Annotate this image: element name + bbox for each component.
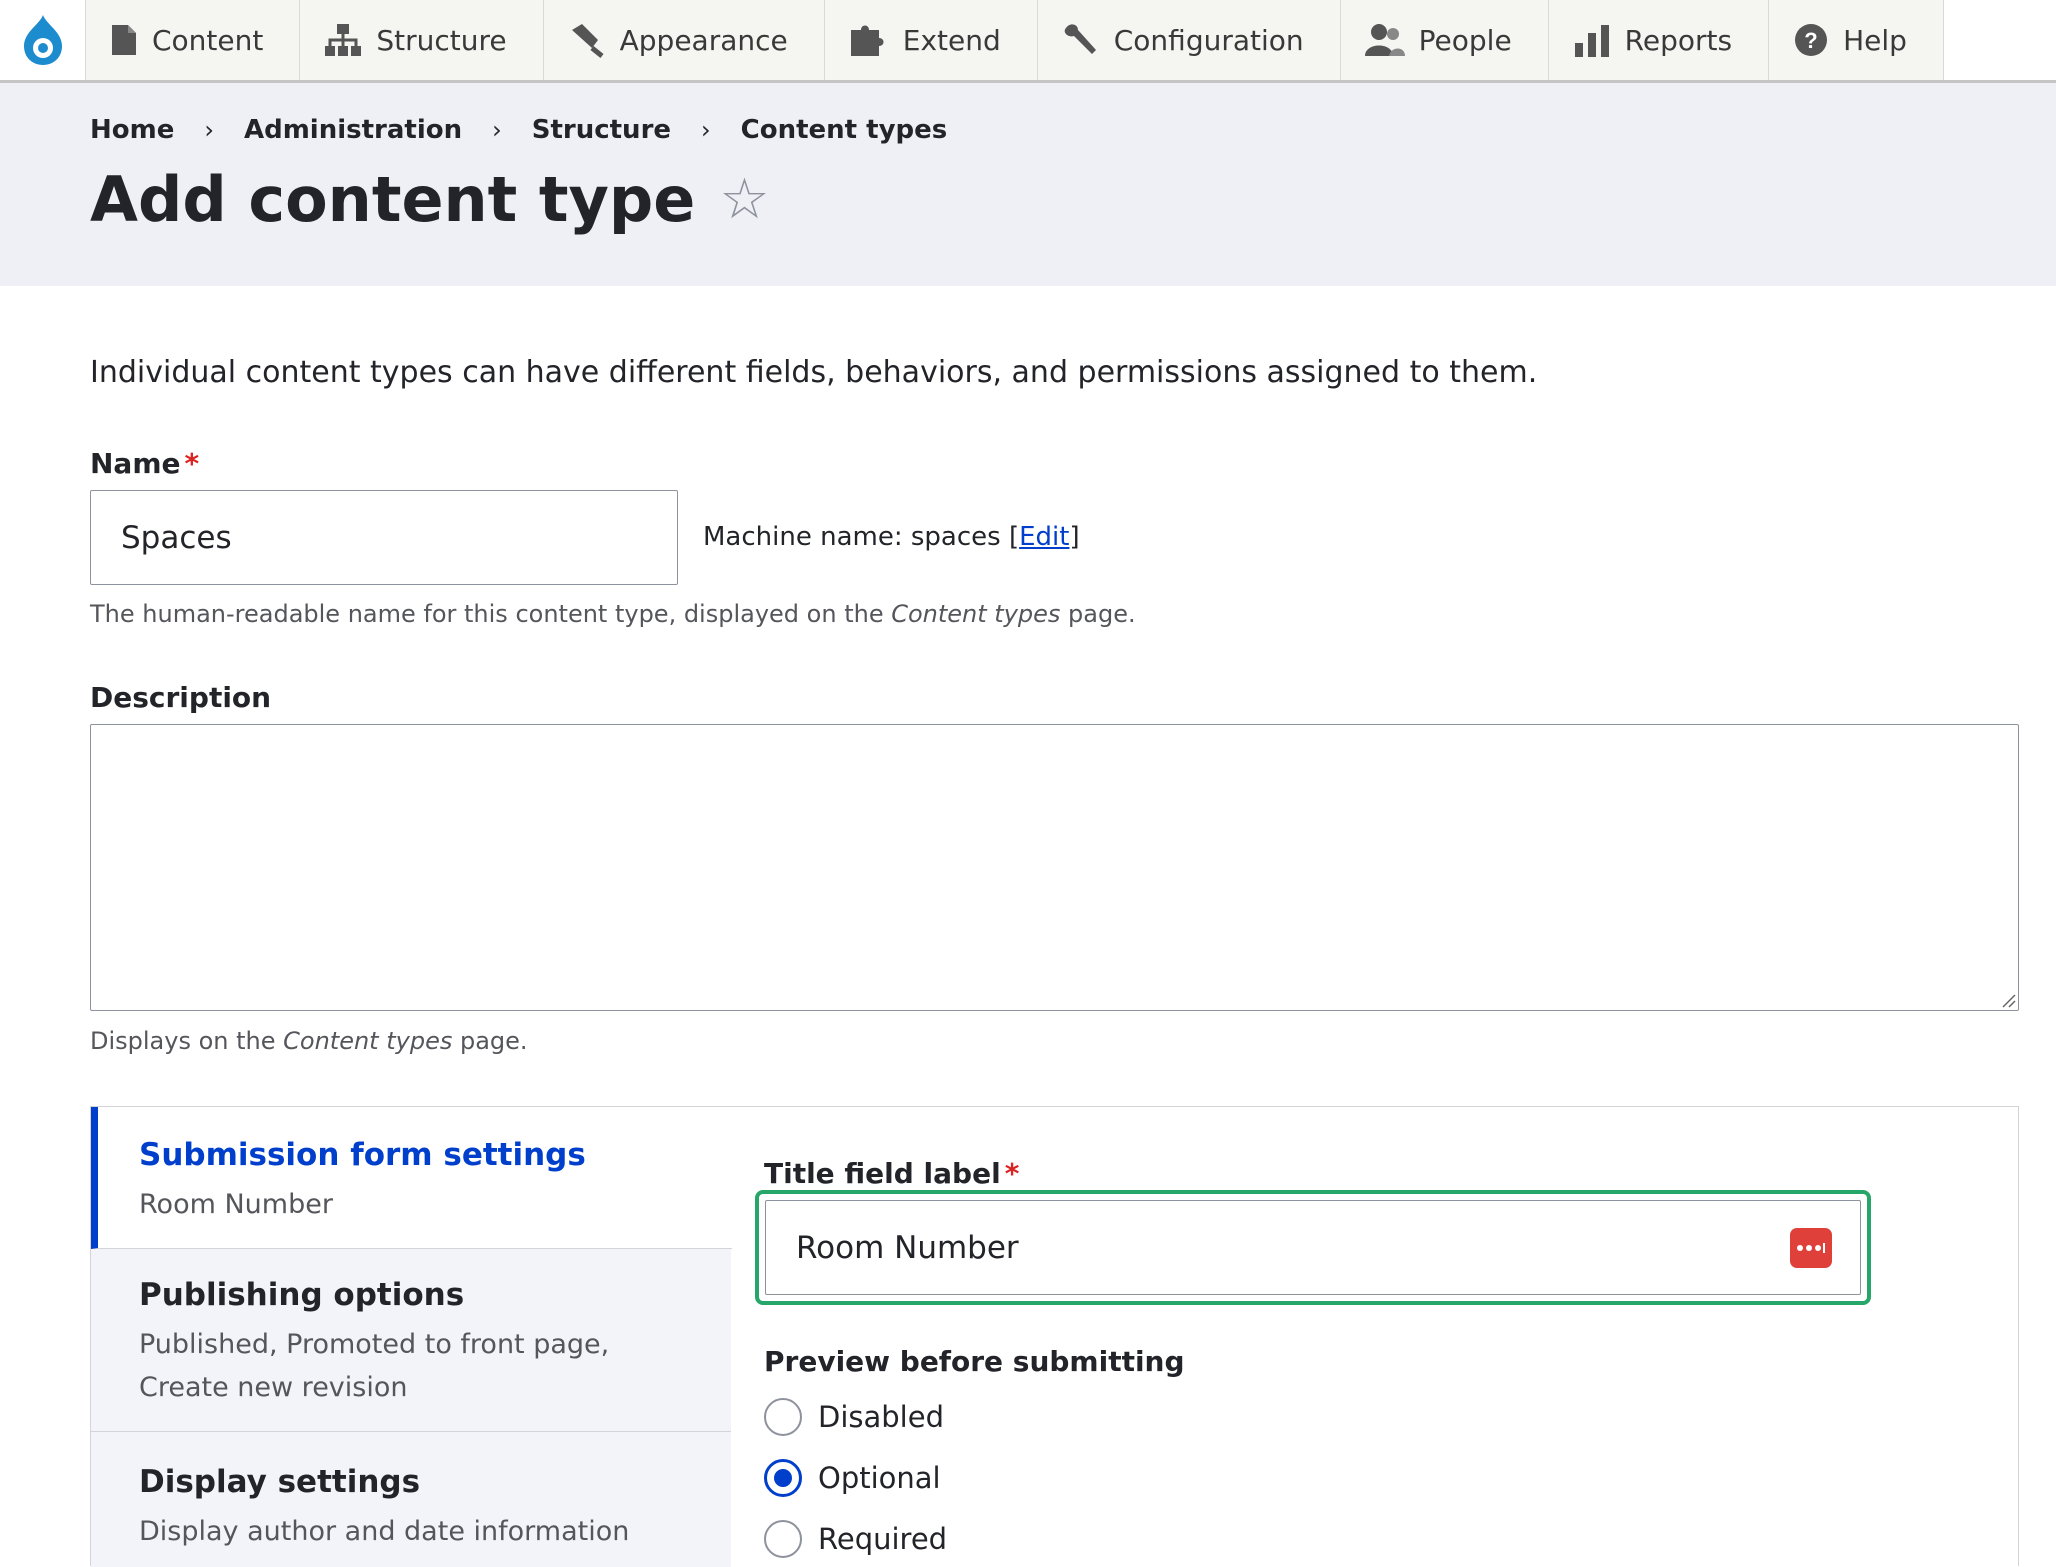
description-textarea[interactable] <box>90 724 2019 1011</box>
sitemap-icon <box>325 24 362 56</box>
drupal-logo-icon[interactable] <box>0 0 86 80</box>
toolbar-item-help[interactable]: ? Help <box>1769 0 1944 80</box>
vtab-title: Submission form settings <box>139 1137 586 1173</box>
shortcut-star-icon[interactable]: ☆ <box>719 171 769 228</box>
paintbrush-icon <box>571 24 604 58</box>
vtab-title: Display settings <box>139 1464 421 1500</box>
toolbar-item-label: Structure <box>376 23 507 57</box>
vtab-summary: Room Number <box>139 1189 333 1220</box>
toolbar-item-extend[interactable]: Extend <box>825 0 1038 80</box>
required-marker: * <box>1004 1157 1020 1190</box>
name-label: Name * <box>90 447 199 480</box>
toolbar-item-people[interactable]: People <box>1341 0 1549 80</box>
required-marker: * <box>184 447 200 480</box>
title-field-focus-ring: Room Number <box>755 1190 1871 1305</box>
radio-label: Optional <box>818 1461 941 1495</box>
description-help-suffix: page. <box>452 1027 528 1055</box>
title-field-label-text: Title field label <box>764 1157 1001 1190</box>
breadcrumb-separator-icon: › <box>204 116 214 144</box>
radio-button[interactable] <box>764 1520 802 1558</box>
radio-button[interactable] <box>764 1398 802 1436</box>
vtab-title: Publishing options <box>139 1277 465 1313</box>
bar-chart-icon <box>1574 25 1609 57</box>
page-title-row: Add content type ☆ <box>90 163 770 236</box>
toolbar-item-configuration[interactable]: Configuration <box>1038 0 1341 80</box>
name-label-text: Name <box>90 447 181 480</box>
description-help-prefix: Displays on the <box>90 1027 284 1055</box>
vtab-display-settings[interactable]: Display settings Display author and date… <box>91 1432 731 1567</box>
toolbar-item-label: Content <box>152 23 264 57</box>
resize-handle-icon[interactable] <box>2000 992 2016 1008</box>
name-description: The human-readable name for this content… <box>90 600 1136 628</box>
breadcrumb-structure[interactable]: Structure <box>532 115 671 145</box>
title-field-input[interactable]: Room Number <box>765 1200 1861 1295</box>
file-icon <box>112 25 136 55</box>
breadcrumb: Home › Administration › Structure › Cont… <box>90 115 947 145</box>
breadcrumb-home[interactable]: Home <box>90 115 174 145</box>
description-help-emphasis: Content types <box>283 1027 453 1055</box>
password-manager-icon[interactable] <box>1790 1227 1832 1268</box>
toolbar-item-label: People <box>1418 23 1512 57</box>
toolbar-item-label: Extend <box>902 23 1001 57</box>
toolbar-item-label: Reports <box>1624 23 1733 57</box>
breadcrumb-content-types[interactable]: Content types <box>741 115 948 145</box>
preview-option-required[interactable]: Required <box>764 1520 947 1558</box>
vtab-summary: Display author and date information <box>139 1516 630 1547</box>
vtab-submission-form-settings[interactable]: Submission form settings Room Number <box>91 1107 732 1249</box>
page-header: Home › Administration › Structure › Cont… <box>0 83 2056 286</box>
preview-option-optional[interactable]: Optional <box>764 1459 941 1497</box>
vertical-tabs-menu: Submission form settings Room Number Pub… <box>91 1107 732 1567</box>
toolbar-item-label: Help <box>1843 23 1907 57</box>
toolbar-item-label: Appearance <box>619 23 788 57</box>
page-title: Add content type <box>90 163 696 236</box>
name-help-suffix: page. <box>1060 600 1136 628</box>
vtab-publishing-options[interactable]: Publishing options Published, Promoted t… <box>91 1249 731 1432</box>
people-icon <box>1364 24 1405 56</box>
toolbar-item-reports[interactable]: Reports <box>1549 0 1770 80</box>
description-label: Description <box>90 681 272 714</box>
puzzle-icon <box>850 25 884 56</box>
toolbar-item-content[interactable]: Content <box>86 0 301 80</box>
toolbar-item-label: Configuration <box>1113 23 1304 57</box>
name-help-prefix: The human-readable name for this content… <box>90 600 892 628</box>
breadcrumb-separator-icon: › <box>701 116 711 144</box>
preview-option-disabled[interactable]: Disabled <box>764 1398 944 1436</box>
radio-button-selected[interactable] <box>764 1459 802 1497</box>
svg-text:?: ? <box>1804 28 1817 53</box>
name-help-emphasis: Content types <box>891 600 1061 628</box>
toolbar-item-appearance[interactable]: Appearance <box>544 0 825 80</box>
machine-name: Machine name: spaces [Edit] <box>703 522 1080 552</box>
admin-toolbar: Content Structure Appearance Extend Conf… <box>0 0 2056 83</box>
title-field-label: Title field label * <box>764 1157 1019 1190</box>
toolbar-spacer <box>1943 0 2056 80</box>
wrench-icon <box>1064 24 1096 54</box>
title-field-value: Room Number <box>796 1229 1019 1266</box>
name-input[interactable]: Spaces <box>90 490 678 585</box>
vtab-summary: Published, Promoted to front page, Creat… <box>139 1329 610 1403</box>
breadcrumb-administration[interactable]: Administration <box>244 115 462 145</box>
description-help: Displays on the Content types page. <box>90 1027 528 1055</box>
vertical-tabs: Submission form settings Room Number Pub… <box>90 1106 2019 1567</box>
toolbar-item-structure[interactable]: Structure <box>300 0 544 80</box>
radio-label: Required <box>818 1522 948 1556</box>
radio-label: Disabled <box>818 1400 944 1434</box>
preview-label: Preview before submitting <box>764 1345 1185 1378</box>
machine-name-edit-link[interactable]: Edit <box>1019 522 1069 552</box>
intro-text: Individual content types can have differ… <box>90 355 1538 390</box>
help-icon: ? <box>1795 24 1828 56</box>
machine-name-text: Machine name: spaces <box>703 522 1001 552</box>
breadcrumb-separator-icon: › <box>492 116 502 144</box>
